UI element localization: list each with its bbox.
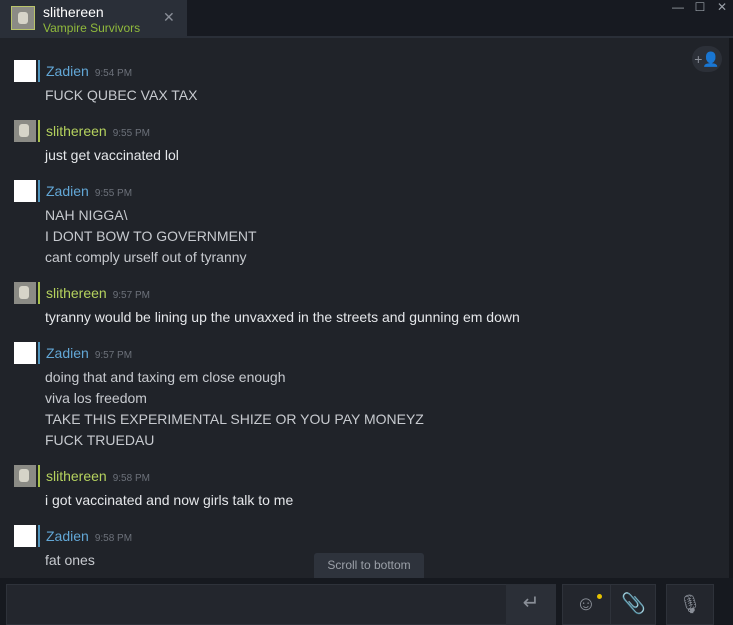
- tab-avatar: [11, 6, 35, 30]
- timestamp: 9:58 PM: [94, 533, 133, 544]
- author-name[interactable]: Zadien 9:55 PM: [46, 183, 132, 199]
- timestamp: 9:55 PM: [112, 128, 150, 139]
- author-name[interactable]: Zadien 9:54 PM: [46, 63, 132, 79]
- avatar[interactable]: [14, 465, 36, 487]
- scroll-to-bottom-button[interactable]: Scroll to bottom: [314, 553, 424, 578]
- timestamp: 9:57 PM: [112, 290, 150, 301]
- timestamp: 9:57 PM: [94, 350, 133, 361]
- author-name[interactable]: slithereen 9:58 PM: [46, 468, 150, 484]
- tab-friend-name: slithereen: [43, 4, 104, 20]
- message-line: FUCK QUBEC VAX TAX: [45, 87, 198, 103]
- tab-close-icon[interactable]: ✕: [163, 9, 175, 26]
- chat-scrollbar[interactable]: [729, 38, 733, 578]
- emoji-glyph: ☺: [575, 593, 597, 615]
- author-label[interactable]: Zadien: [46, 528, 89, 544]
- message-line: I DONT BOW TO GOVERNMENT: [45, 228, 257, 244]
- author-bar: [38, 282, 40, 304]
- author-bar: [38, 120, 40, 142]
- author-name[interactable]: slithereen 9:57 PM: [46, 285, 150, 301]
- minimize-icon[interactable]: —: [671, 0, 685, 14]
- message-line: fat ones: [45, 552, 95, 568]
- author-bar: [38, 60, 40, 82]
- author-label[interactable]: Zadien: [46, 63, 89, 79]
- tab-game-status: Vampire Survivors: [43, 21, 141, 35]
- author-label[interactable]: slithereen: [46, 285, 107, 301]
- add-user-icon[interactable]: +👤: [692, 46, 722, 72]
- message-composer: ↵ ☺ 📎 🎙: [0, 578, 733, 625]
- message-line: TAKE THIS EXPERIMENTAL SHIZE OR YOU PAY …: [45, 411, 424, 427]
- message-input[interactable]: [6, 584, 556, 625]
- notification-dot: [597, 594, 602, 599]
- message-line: cant comply urself out of tyranny: [45, 249, 247, 265]
- title-bar: slithereen Vampire Survivors ✕ — ☐ ✕: [0, 0, 733, 38]
- avatar[interactable]: [14, 120, 36, 142]
- author-bar: [38, 342, 40, 364]
- window-close-icon[interactable]: ✕: [715, 0, 729, 14]
- emoji-icon[interactable]: ☺: [563, 585, 609, 624]
- message-line: just get vaccinated lol: [45, 147, 179, 163]
- voice-chat-icon[interactable]: 🎙: [666, 584, 714, 625]
- attach-icon[interactable]: 📎: [610, 585, 656, 624]
- chat-log[interactable]: +👤 Zadien 9:54 PM FUCK QUBEC VAX TAX slit…: [0, 38, 729, 578]
- avatar[interactable]: [14, 180, 36, 202]
- message-line: FUCK TRUEDAU: [45, 432, 155, 448]
- timestamp: 9:58 PM: [112, 473, 150, 484]
- message-line: viva los freedom: [45, 390, 147, 406]
- author-label[interactable]: Zadien: [46, 345, 89, 361]
- author-label[interactable]: slithereen: [46, 123, 107, 139]
- window-controls: — ☐ ✕: [671, 0, 729, 14]
- chat-tab[interactable]: slithereen Vampire Survivors ✕: [0, 0, 187, 38]
- avatar[interactable]: [14, 60, 36, 82]
- message-line: NAH NIGGA\: [45, 207, 128, 223]
- author-name[interactable]: Zadien 9:58 PM: [46, 528, 132, 544]
- timestamp: 9:55 PM: [94, 188, 133, 199]
- author-bar: [38, 465, 40, 487]
- send-icon[interactable]: ↵: [506, 584, 556, 625]
- author-name[interactable]: Zadien 9:57 PM: [46, 345, 132, 361]
- author-bar: [38, 180, 40, 202]
- author-name[interactable]: slithereen 9:55 PM: [46, 123, 150, 139]
- timestamp: 9:54 PM: [94, 68, 133, 79]
- author-label[interactable]: Zadien: [46, 183, 89, 199]
- avatar[interactable]: [14, 525, 36, 547]
- avatar[interactable]: [14, 342, 36, 364]
- message-line: i got vaccinated and now girls talk to m…: [45, 492, 294, 508]
- composer-tools: ☺ 📎: [562, 584, 656, 625]
- message-line: tyranny would be lining up the unvaxxed …: [45, 309, 520, 325]
- avatar[interactable]: [14, 282, 36, 304]
- maximize-icon[interactable]: ☐: [693, 0, 707, 14]
- author-bar: [38, 525, 40, 547]
- author-label[interactable]: slithereen: [46, 468, 107, 484]
- message-line: doing that and taxing em close enough: [45, 369, 286, 385]
